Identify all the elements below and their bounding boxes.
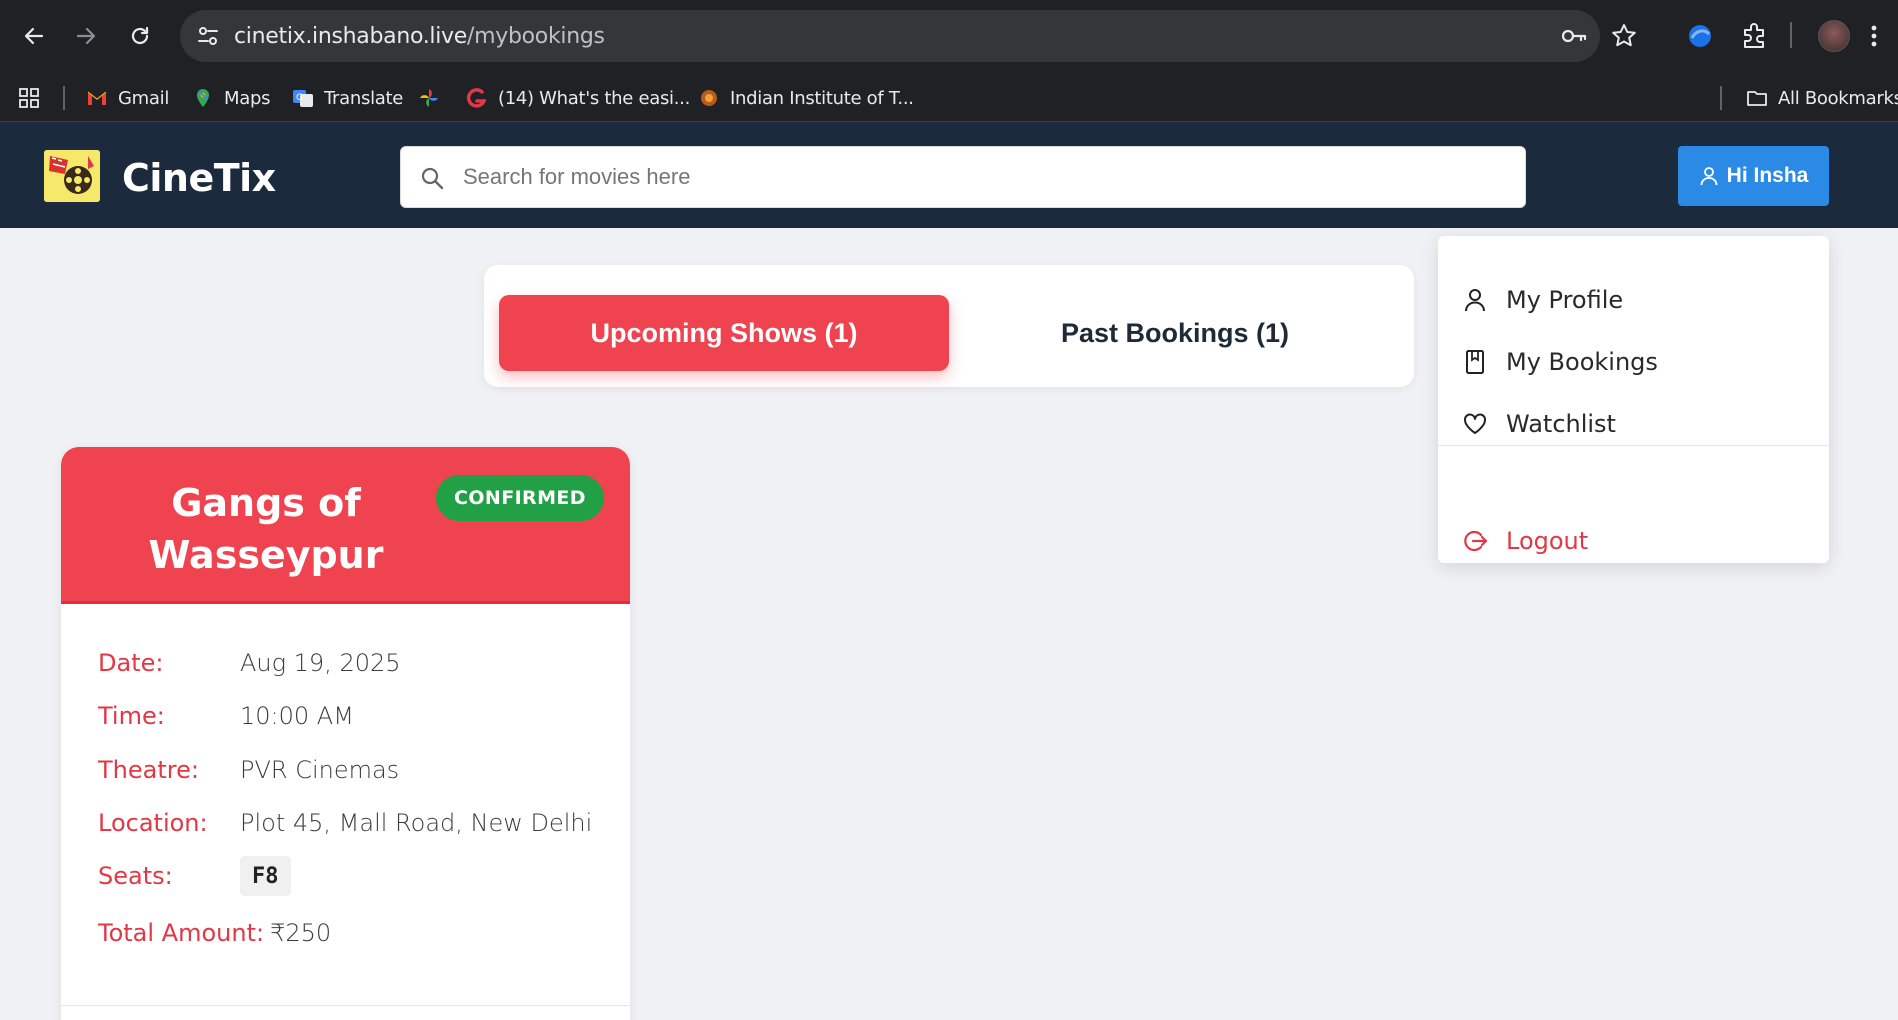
site-settings-icon[interactable] bbox=[196, 24, 220, 48]
apps-grid-icon bbox=[19, 88, 39, 108]
theatre-label: Theatre: bbox=[98, 756, 199, 784]
apps-grid-button[interactable] bbox=[18, 85, 40, 111]
booking-card: Gangs of Wasseypur CONFIRMED Date: Aug 1… bbox=[61, 447, 630, 1020]
bookmark-separator bbox=[63, 86, 65, 110]
search-icon bbox=[421, 167, 444, 190]
bookmark-label: Maps bbox=[224, 87, 271, 109]
bookmark-photos[interactable] bbox=[418, 85, 440, 111]
address-bar[interactable]: cinetix.inshabano.live/mybookings bbox=[180, 10, 1600, 62]
booking-card-header: Gangs of Wasseypur CONFIRMED bbox=[61, 447, 630, 604]
folder-icon bbox=[1747, 91, 1767, 106]
movie-title-line: Gangs of bbox=[171, 481, 361, 525]
site-icon bbox=[466, 88, 487, 108]
profile-avatar[interactable] bbox=[1818, 20, 1850, 52]
brand-name[interactable]: CineTix bbox=[122, 156, 276, 200]
bookmark-star-icon[interactable] bbox=[1610, 22, 1638, 50]
bookmark-indian-institute[interactable]: Indian Institute of T... bbox=[698, 85, 914, 111]
svg-text:G: G bbox=[296, 93, 303, 103]
maps-icon bbox=[197, 89, 209, 107]
heart-icon bbox=[1464, 413, 1486, 434]
url-path: /mybookings bbox=[467, 24, 605, 49]
menu-item-my-bookings[interactable]: My Bookings bbox=[1462, 342, 1658, 382]
booking-seats-row: Seats: F8 bbox=[98, 856, 291, 896]
total-value: ₹250 bbox=[270, 919, 332, 947]
booking-location-row: Location: Plot 45, Mall Road, New Delhi bbox=[98, 805, 592, 841]
back-button[interactable] bbox=[16, 18, 52, 54]
bookmark-translate[interactable]: G Translate bbox=[292, 85, 403, 111]
booking-date-row: Date: Aug 19, 2025 bbox=[98, 645, 401, 681]
menu-kebab-icon[interactable] bbox=[1866, 20, 1882, 52]
booking-tabs: Upcoming Shows (1) Past Bookings (1) bbox=[484, 265, 1414, 387]
user-icon bbox=[1700, 167, 1718, 186]
theatre-value: PVR Cinemas bbox=[240, 756, 400, 784]
location-label: Location: bbox=[98, 809, 208, 837]
time-value: 10:00 AM bbox=[240, 702, 354, 730]
search-input[interactable] bbox=[463, 147, 1503, 207]
all-bookmarks-button[interactable]: All Bookmarks bbox=[1746, 85, 1898, 111]
status-badge: CONFIRMED bbox=[436, 475, 604, 521]
bookmark-maps[interactable]: Maps bbox=[192, 85, 270, 111]
extensions-puzzle-icon[interactable] bbox=[1738, 20, 1770, 52]
menu-item-my-profile[interactable]: My Profile bbox=[1462, 280, 1623, 320]
app-header: CineTix Hi Insha bbox=[0, 122, 1898, 228]
booking-theatre-row: Theatre: PVR Cinemas bbox=[98, 752, 399, 788]
menu-item-label: Watchlist bbox=[1506, 410, 1616, 438]
movie-search-bar[interactable] bbox=[400, 146, 1526, 208]
bookmark-icon bbox=[1466, 350, 1484, 374]
bookmark-label: Gmail bbox=[118, 87, 170, 109]
browser-toolbar: cinetix.inshabano.live/mybookings bbox=[0, 0, 1898, 72]
menu-item-watchlist[interactable]: Watchlist bbox=[1462, 404, 1616, 444]
institute-icon bbox=[701, 90, 717, 106]
menu-divider bbox=[1438, 445, 1829, 446]
all-bookmarks-label: All Bookmarks bbox=[1778, 87, 1898, 109]
booking-time-row: Time: 10:00 AM bbox=[98, 698, 354, 734]
translate-icon: G bbox=[293, 90, 313, 107]
user-menu-button[interactable]: Hi Insha bbox=[1678, 146, 1829, 206]
reload-button[interactable] bbox=[122, 18, 158, 54]
location-value: Plot 45, Mall Road, New Delhi bbox=[240, 809, 593, 837]
booking-total-row: Total Amount: ₹250 bbox=[98, 915, 331, 951]
seat-chip: F8 bbox=[240, 856, 291, 896]
menu-item-logout[interactable]: Logout bbox=[1462, 521, 1588, 561]
bookmark-separator bbox=[1720, 86, 1722, 110]
password-key-icon[interactable] bbox=[1560, 22, 1588, 50]
film-reel-logo-icon bbox=[44, 150, 100, 202]
gmail-icon bbox=[87, 91, 107, 105]
date-label: Date: bbox=[98, 649, 164, 677]
extension-blue-icon[interactable] bbox=[1684, 20, 1716, 52]
bookmark-label: Translate bbox=[324, 87, 404, 109]
bookmark-gmail[interactable]: Gmail bbox=[86, 85, 169, 111]
cinetix-logo[interactable] bbox=[44, 150, 100, 202]
menu-item-label: My Profile bbox=[1506, 286, 1624, 314]
card-divider bbox=[61, 1005, 630, 1006]
movie-title-line: Wasseypur bbox=[148, 533, 384, 577]
user-button-label: Hi Insha bbox=[1726, 164, 1809, 187]
movie-title: Gangs of Wasseypur bbox=[121, 477, 411, 581]
bookmark-whats-the-easiest[interactable]: (14) What's the easi... bbox=[466, 85, 690, 111]
forward-arrow-icon bbox=[76, 27, 96, 45]
photos-icon bbox=[420, 89, 438, 107]
tab-past-bookings[interactable]: Past Bookings (1) bbox=[950, 295, 1400, 371]
bookmark-label: Indian Institute of T... bbox=[730, 87, 914, 109]
bookmarks-bar: Gmail Maps G Translate (14) What's the e… bbox=[0, 72, 1898, 122]
url-text: cinetix.inshabano.live/mybookings bbox=[234, 24, 605, 49]
total-label: Total Amount: bbox=[98, 919, 265, 947]
forward-button[interactable] bbox=[68, 18, 104, 54]
toolbar-separator bbox=[1790, 22, 1792, 48]
tab-upcoming-shows[interactable]: Upcoming Shows (1) bbox=[499, 295, 949, 371]
time-label: Time: bbox=[98, 702, 165, 730]
user-dropdown-menu: My Profile My Bookings Watchlist Logout bbox=[1438, 236, 1829, 563]
profile-icon bbox=[1465, 289, 1485, 312]
menu-item-label: Logout bbox=[1506, 527, 1589, 555]
seats-label: Seats: bbox=[98, 862, 173, 890]
url-host: cinetix.inshabano.live bbox=[234, 24, 468, 49]
logout-icon bbox=[1464, 530, 1488, 552]
menu-item-label: My Bookings bbox=[1506, 348, 1658, 376]
bookmark-label: (14) What's the easi... bbox=[498, 87, 691, 109]
back-arrow-icon bbox=[24, 27, 44, 45]
reload-icon bbox=[131, 26, 149, 45]
date-value: Aug 19, 2025 bbox=[240, 649, 401, 677]
